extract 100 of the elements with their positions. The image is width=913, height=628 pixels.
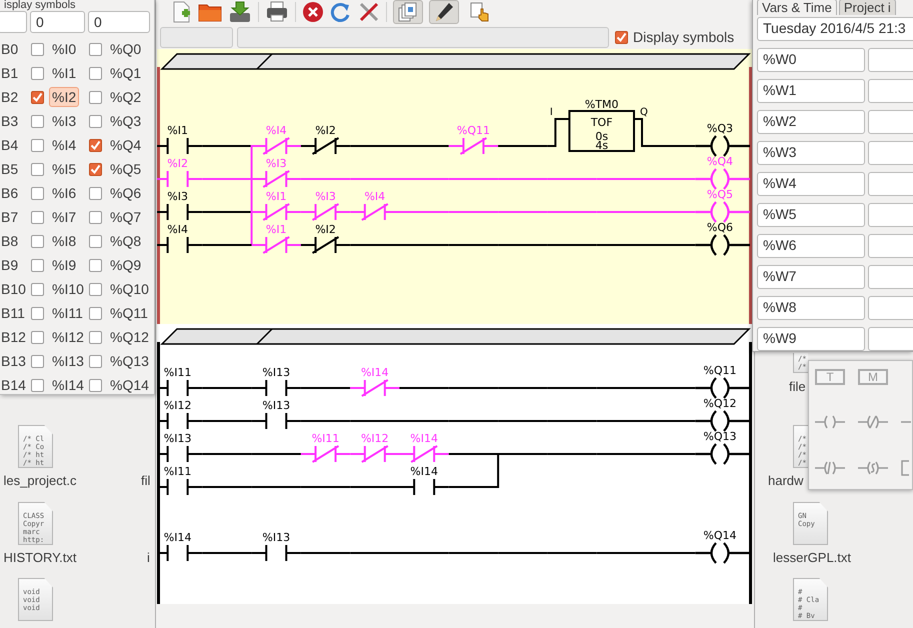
input-label[interactable]: %I6 — [49, 183, 80, 203]
checkbox[interactable] — [31, 42, 44, 56]
checkbox[interactable] — [89, 282, 102, 296]
word-name-field[interactable]: %W3 — [757, 141, 865, 165]
word-name-field[interactable]: %W6 — [757, 234, 865, 258]
word-value-field[interactable] — [868, 48, 913, 72]
word-name-field[interactable]: %W5 — [757, 203, 865, 227]
word-value-field[interactable] — [868, 296, 913, 320]
text-field[interactable] — [160, 26, 233, 48]
input-label[interactable]: %I1 — [49, 63, 80, 83]
toggle-button[interactable] — [393, 0, 423, 24]
input-label[interactable]: %I5 — [49, 159, 80, 179]
checkbox[interactable] — [31, 354, 44, 368]
output-label[interactable]: %Q0 — [107, 39, 144, 59]
toggle-button[interactable] — [429, 0, 459, 24]
output-label[interactable]: %Q14 — [107, 375, 152, 395]
checkbox[interactable] — [31, 162, 44, 176]
checkbox[interactable] — [89, 306, 102, 320]
checkbox[interactable] — [89, 90, 102, 104]
checkbox[interactable] — [615, 30, 628, 44]
negated-coil-icon[interactable] — [858, 414, 888, 430]
tab[interactable]: Vars & Time — [757, 0, 837, 15]
display-symbols-checkbox[interactable]: Display symbols — [613, 29, 736, 45]
checkbox[interactable] — [31, 186, 44, 200]
checkbox[interactable] — [89, 114, 102, 128]
checkbox[interactable] — [89, 258, 102, 272]
output-label[interactable]: %Q7 — [107, 207, 144, 227]
output-label[interactable]: %Q10 — [107, 279, 152, 299]
output-label[interactable]: %Q5 — [107, 159, 144, 179]
checkbox[interactable] — [31, 378, 44, 392]
number-field[interactable]: 0 — [88, 11, 150, 33]
checkbox[interactable] — [31, 114, 44, 128]
word-name-field[interactable]: %W1 — [757, 79, 865, 103]
file-name[interactable]: HISTORY.txt — [0, 549, 100, 567]
word-name-field[interactable]: %W8 — [757, 296, 865, 320]
folder-icon[interactable] — [198, 2, 222, 22]
input-label[interactable]: %I13 — [49, 351, 87, 371]
checkbox[interactable] — [31, 306, 44, 320]
new-document-icon[interactable] — [172, 1, 192, 23]
checkbox[interactable] — [89, 210, 102, 224]
input-label[interactable]: %I3 — [49, 111, 80, 131]
input-label[interactable]: %I12 — [49, 327, 87, 347]
checkbox[interactable] — [31, 258, 44, 272]
checkbox[interactable] — [89, 330, 102, 344]
text-field[interactable] — [237, 26, 609, 48]
file-name[interactable]: i — [147, 549, 153, 567]
output-label[interactable]: %Q13 — [107, 351, 152, 371]
word-value-field[interactable] — [868, 234, 913, 258]
checkbox[interactable] — [89, 378, 102, 392]
word-value-field[interactable] — [868, 265, 913, 289]
refresh-icon[interactable] — [330, 1, 352, 23]
date-field[interactable]: Tuesday 2016/4/5 21:3 — [757, 17, 913, 41]
word-value-field[interactable] — [868, 327, 913, 351]
file-name[interactable]: lesserGPL.txt — [752, 549, 872, 567]
input-label[interactable]: %I9 — [49, 255, 80, 275]
output-label[interactable]: %Q9 — [107, 255, 144, 275]
block-icon[interactable] — [901, 460, 909, 476]
tools-icon[interactable] — [358, 1, 380, 23]
word-name-field[interactable]: %W9 — [757, 327, 865, 351]
stop-icon[interactable] — [302, 1, 324, 23]
output-label[interactable]: %Q11 — [107, 303, 151, 323]
output-label[interactable]: %Q1 — [107, 63, 144, 83]
word-value-field[interactable] — [868, 172, 913, 196]
input-label[interactable]: %I2 — [49, 87, 80, 107]
tab[interactable]: Project i — [838, 0, 896, 15]
checkbox[interactable] — [31, 66, 44, 80]
input-label[interactable]: %I4 — [49, 135, 80, 155]
printer-icon[interactable] — [265, 1, 289, 23]
input-label[interactable]: %I10 — [49, 279, 87, 299]
word-value-field[interactable] — [868, 203, 913, 227]
checkbox[interactable] — [89, 186, 102, 200]
drive-download-icon[interactable] — [228, 1, 252, 23]
input-label[interactable]: %I0 — [49, 39, 80, 59]
input-label[interactable]: %I8 — [49, 231, 80, 251]
file-name[interactable]: file — [789, 378, 808, 396]
checkbox[interactable] — [89, 66, 102, 80]
number-field[interactable] — [0, 11, 27, 33]
checkbox[interactable] — [31, 330, 44, 344]
word-value-field[interactable] — [868, 79, 913, 103]
checkbox[interactable] — [31, 138, 44, 152]
word-name-field[interactable]: %W4 — [757, 172, 865, 196]
checkbox[interactable] — [31, 234, 44, 248]
word-name-field[interactable]: %W0 — [757, 48, 865, 72]
word-value-field[interactable] — [868, 141, 913, 165]
file-name[interactable]: hardw — [768, 472, 807, 490]
input-label[interactable]: %I7 — [49, 207, 80, 227]
input-label[interactable]: %I11 — [49, 303, 86, 323]
output-label[interactable]: %Q8 — [107, 231, 144, 251]
checkbox[interactable] — [89, 162, 102, 176]
checkbox[interactable] — [89, 354, 102, 368]
checkbox[interactable] — [31, 90, 44, 104]
output-label[interactable]: %Q3 — [107, 111, 144, 131]
checkbox[interactable] — [31, 282, 44, 296]
output-label[interactable]: %Q12 — [107, 327, 152, 347]
checkbox[interactable] — [89, 234, 102, 248]
file-name[interactable]: fil — [141, 472, 155, 490]
output-label[interactable]: %Q6 — [107, 183, 144, 203]
file-name[interactable]: les_project.c — [0, 472, 100, 490]
word-name-field[interactable]: %W7 — [757, 265, 865, 289]
word-name-field[interactable]: %W2 — [757, 110, 865, 134]
